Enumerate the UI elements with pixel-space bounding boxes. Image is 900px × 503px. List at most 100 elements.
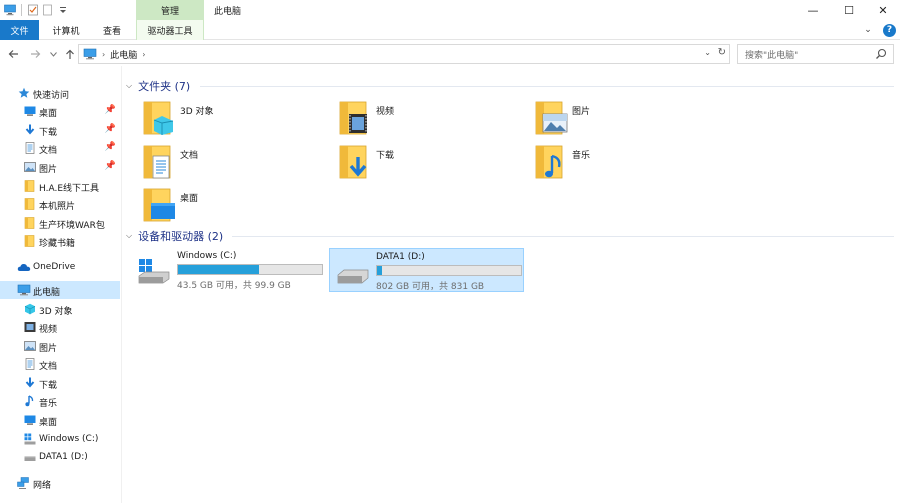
pictures-folder-icon [535, 101, 568, 135]
drive-name: DATA1 (D:) [376, 252, 425, 262]
folder-music[interactable]: 音乐 [535, 144, 725, 184]
star-icon [18, 87, 30, 98]
system-drive-icon [138, 259, 170, 284]
pane-divider[interactable] [121, 66, 122, 503]
documents-folder-icon [143, 145, 171, 179]
nav-item-pictures[interactable]: 图片 📌 [0, 158, 120, 176]
nav-label: 图片 [39, 344, 58, 354]
nav-item-videos[interactable]: 视频 [0, 318, 120, 336]
expand-ribbon-icon[interactable]: ⌄ [861, 23, 875, 37]
nav-item-war-packages[interactable]: 生产环境WAR包 [0, 214, 120, 232]
nav-network[interactable]: 网络 [0, 474, 120, 492]
nav-label: Windows (C:) [39, 434, 99, 444]
minimize-button[interactable]: — [796, 0, 830, 20]
nav-item-books[interactable]: 珍藏书籍 [0, 232, 120, 250]
maximize-button[interactable]: ☐ [832, 0, 866, 20]
desktop-icon [24, 415, 36, 425]
this-pc-icon [17, 284, 31, 296]
folder-downloads[interactable]: 下载 [339, 144, 529, 184]
nav-item-documents-pc[interactable]: 文档 [0, 355, 120, 373]
drive-usage-fill [178, 265, 260, 274]
recent-locations-button[interactable] [46, 46, 60, 62]
nav-item-drive-d[interactable]: DATA1 (D:) [0, 448, 120, 466]
network-icon [17, 477, 29, 489]
drive-icon [24, 456, 36, 461]
video-folder-icon [339, 101, 367, 135]
nav-label: H.A.E线下工具 [39, 184, 100, 194]
nav-this-pc[interactable]: 此电脑 [0, 281, 120, 299]
tab-file[interactable]: 文件 [0, 20, 39, 40]
nav-onedrive[interactable]: OneDrive [0, 258, 120, 276]
nav-label: 本机照片 [39, 202, 76, 212]
up-button[interactable] [63, 46, 77, 62]
tab-view[interactable]: 查看 [92, 20, 132, 40]
pin-icon[interactable]: 📌 [105, 161, 116, 171]
folders-group-header[interactable]: ⌵ 文件夹 (7) [126, 78, 190, 94]
search-icon[interactable] [875, 48, 887, 60]
qat-separator [21, 4, 22, 16]
breadcrumb-this-pc[interactable]: 此电脑 [110, 48, 137, 61]
folder-label: 下载 [376, 151, 395, 161]
drive-usage-bar [177, 264, 323, 275]
nav-item-downloads-pc[interactable]: 下载 [0, 374, 120, 392]
new-folder-icon[interactable] [42, 4, 54, 16]
collapse-caret-icon[interactable]: ⌵ [126, 81, 132, 91]
nav-item-documents[interactable]: 文档 📌 [0, 139, 120, 157]
nav-label: 3D 对象 [39, 307, 73, 317]
customize-qat-icon[interactable] [57, 4, 69, 16]
refresh-icon[interactable]: ↻ [718, 47, 726, 58]
search-box[interactable]: 搜索"此电脑" [737, 44, 894, 64]
arrow-up-icon [66, 49, 74, 59]
folder-label: 音乐 [572, 151, 591, 161]
devices-group-header[interactable]: ⌵ 设备和驱动器 (2) [126, 228, 223, 244]
folder-icon [24, 180, 35, 192]
nav-item-3d-objects[interactable]: 3D 对象 [0, 300, 120, 318]
music-folder-icon [535, 145, 563, 179]
nav-item-desktop-pc[interactable]: 桌面 [0, 411, 120, 429]
download-icon [25, 377, 35, 388]
nav-label: 文档 [39, 146, 58, 156]
address-bar[interactable]: › 此电脑 › ⌄ ↻ [78, 44, 730, 64]
nav-item-desktop[interactable]: 桌面 📌 [0, 102, 120, 120]
nav-item-music[interactable]: 音乐 [0, 392, 120, 410]
tab-computer[interactable]: 计算机 [44, 20, 88, 40]
forward-button[interactable] [28, 46, 42, 62]
nav-item-local-photos[interactable]: 本机照片 [0, 195, 120, 213]
folder-videos[interactable]: 视频 [339, 100, 529, 140]
folder-desktop[interactable]: 桌面 [143, 187, 333, 227]
pin-icon[interactable]: 📌 [105, 105, 116, 115]
collapse-caret-icon[interactable]: ⌵ [126, 231, 132, 241]
drive-tile-d[interactable]: DATA1 (D:) 802 GB 可用，共 831 GB [329, 248, 524, 292]
back-button[interactable] [6, 46, 20, 62]
document-icon [25, 142, 35, 154]
download-icon [25, 124, 35, 135]
address-history-icon[interactable]: ⌄ [704, 48, 711, 57]
folder-label: 图片 [572, 107, 591, 117]
nav-item-drive-c[interactable]: Windows (C:) [0, 430, 120, 448]
folder-label: 桌面 [180, 194, 199, 204]
folder-documents[interactable]: 文档 [143, 144, 333, 184]
tab-drive-tools[interactable]: 驱动器工具 [136, 20, 204, 40]
folder-3d-objects[interactable]: 3D 对象 [143, 100, 333, 140]
close-button[interactable]: ✕ [866, 0, 900, 20]
folder-pictures[interactable]: 图片 [535, 100, 725, 140]
drive-tile-c[interactable]: Windows (C:) 43.5 GB 可用，共 99.9 GB [131, 248, 328, 292]
nav-quick-access[interactable]: 快速访问 [0, 84, 120, 102]
nav-item-hae-tools[interactable]: H.A.E线下工具 [0, 177, 120, 195]
breadcrumb-separator[interactable]: › [102, 50, 105, 59]
nav-item-downloads[interactable]: 下载 📌 [0, 121, 120, 139]
folder-icon [24, 198, 35, 210]
pin-icon[interactable]: 📌 [105, 142, 116, 152]
nav-label: 下载 [39, 128, 58, 138]
help-icon[interactable]: ? [883, 23, 896, 37]
this-pc-icon[interactable] [4, 4, 16, 16]
breadcrumb-separator[interactable]: › [142, 50, 145, 59]
folder-label: 视频 [376, 107, 395, 117]
drive-usage-bar [376, 265, 522, 276]
3d-objects-folder-icon [143, 101, 174, 135]
nav-label: 音乐 [39, 399, 58, 409]
pin-icon[interactable]: 📌 [105, 124, 116, 134]
nav-item-pictures-pc[interactable]: 图片 [0, 337, 120, 355]
group-divider [200, 86, 894, 87]
properties-icon[interactable] [27, 4, 39, 16]
